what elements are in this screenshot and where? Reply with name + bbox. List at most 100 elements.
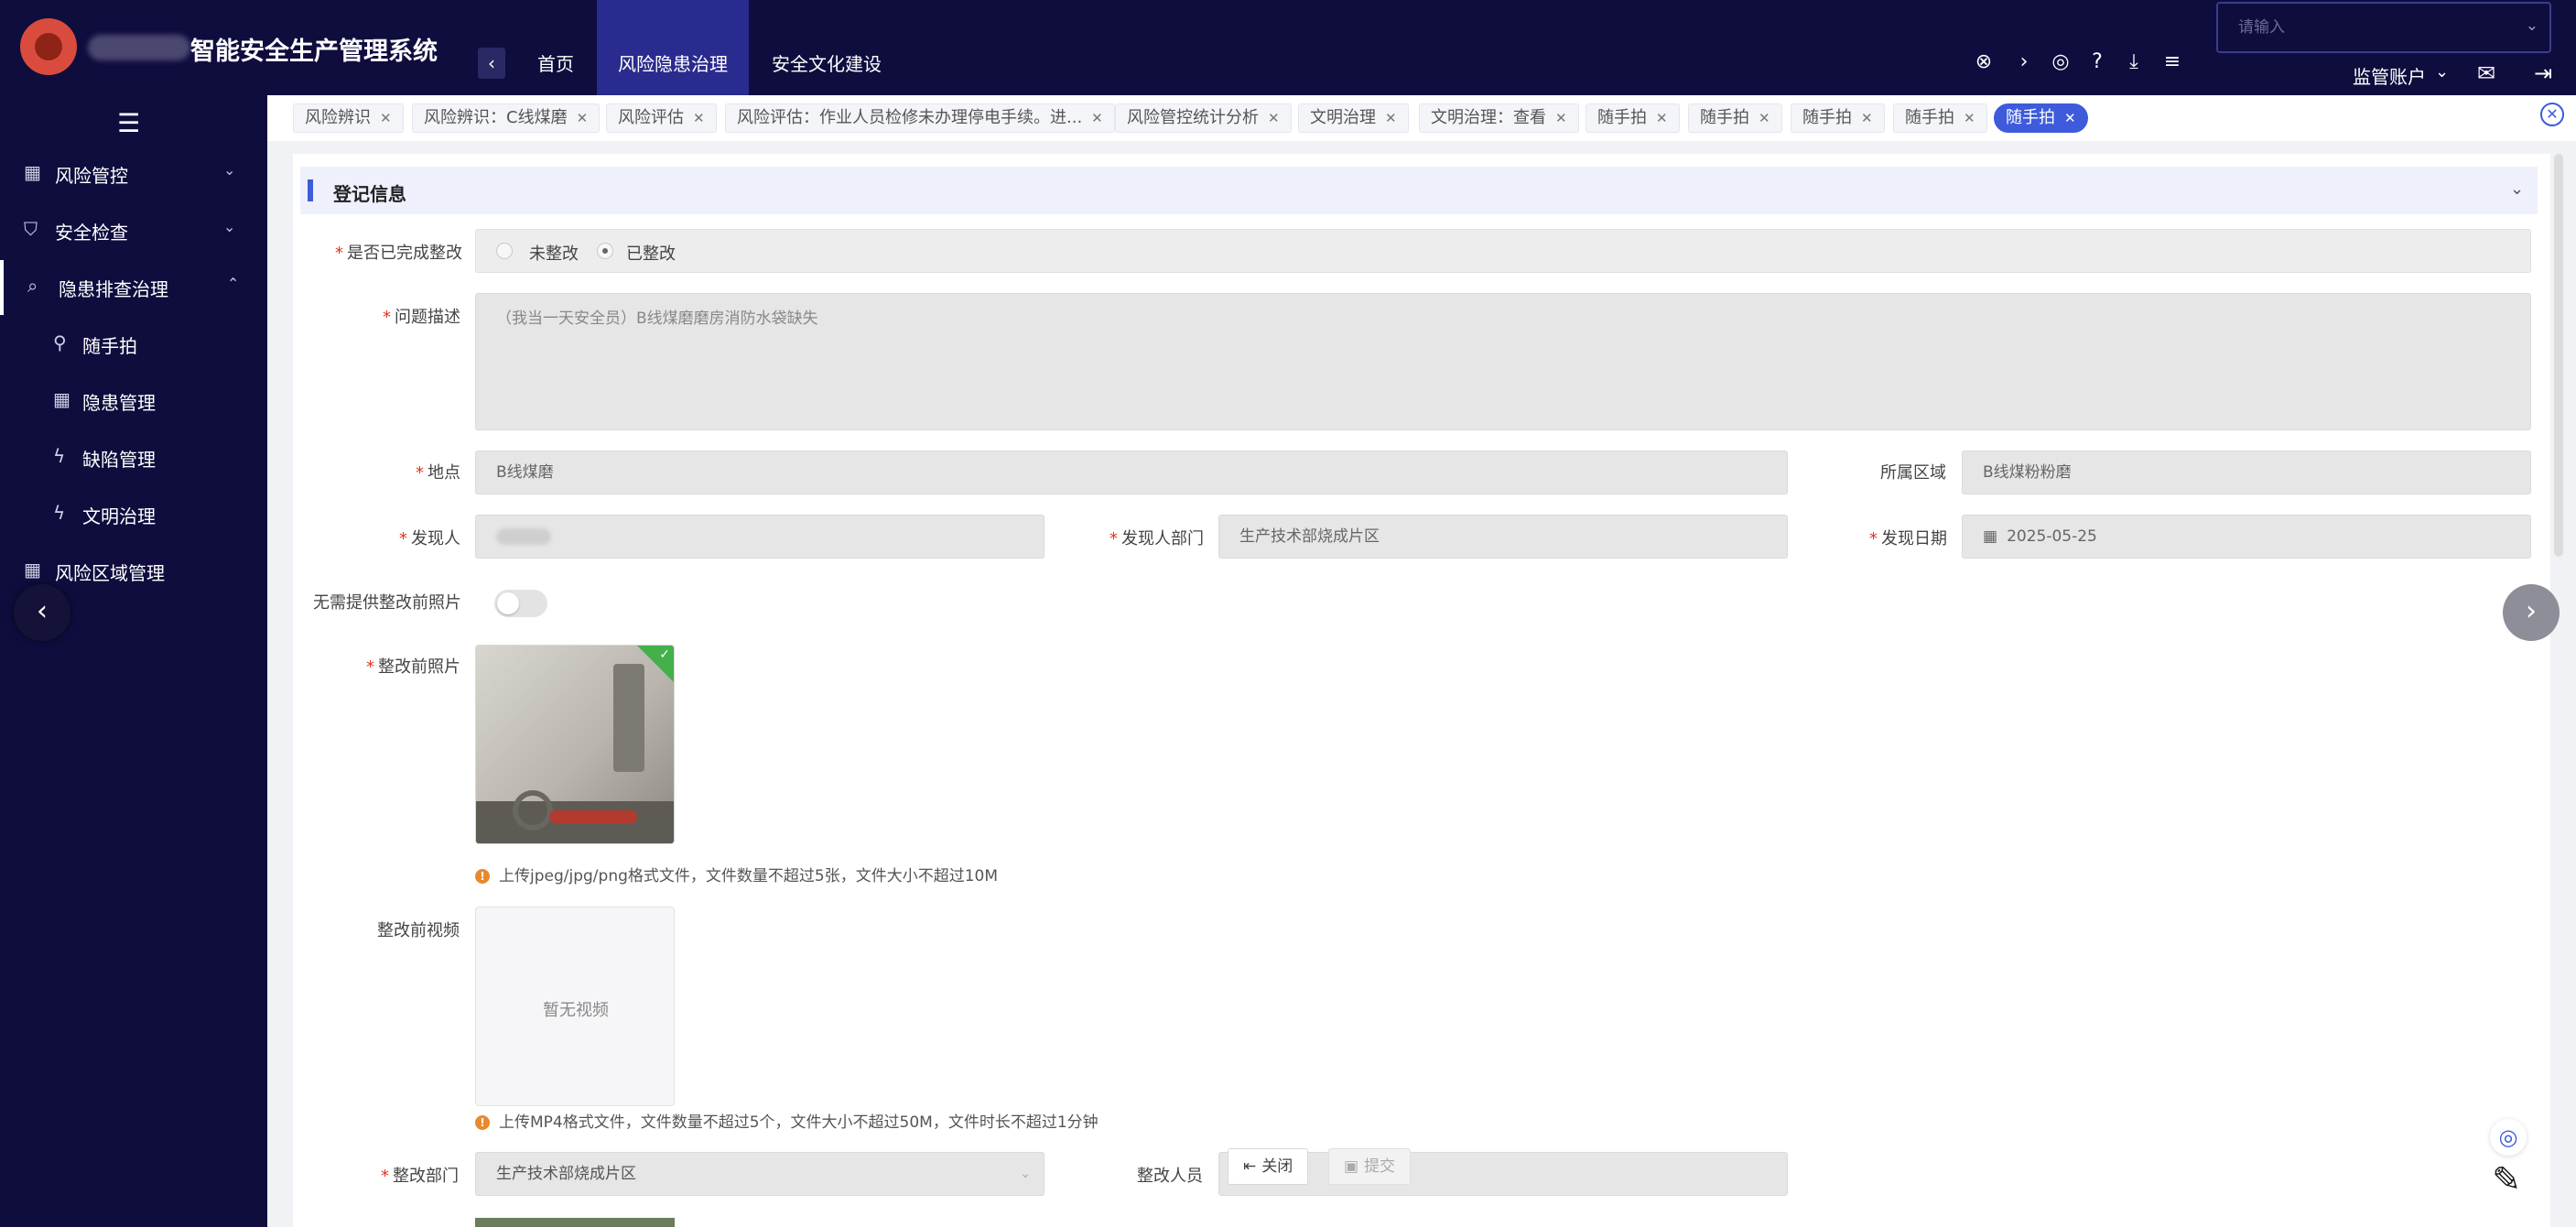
close-icon[interactable]: ✕: [2064, 110, 2076, 126]
close-icon[interactable]: ✕: [380, 110, 392, 126]
radio-not-rectified[interactable]: [496, 243, 513, 259]
rectified-radio-group: 未整改 已整改: [475, 229, 2531, 273]
close-icon: ⇤: [1243, 1157, 1257, 1176]
tag-item[interactable]: 文明治理：查看 ✕: [1419, 103, 1579, 133]
sidebar-item-risk-control[interactable]: ▦ 风险管控 ⌄: [0, 147, 267, 201]
sidebar-item-hazard[interactable]: ⌕ 隐患排查治理 ⌃: [0, 260, 267, 315]
sidebar-subitem-snapshot[interactable]: ⚲ 随手拍: [0, 317, 267, 372]
sidebar-subitem-hazard-mgmt[interactable]: ▦ 隐患管理: [0, 374, 267, 429]
nav-tab-culture[interactable]: 安全文化建设: [758, 0, 895, 95]
headset-icon[interactable]: ◎: [2047, 49, 2074, 76]
tag-item[interactable]: 随手拍 ✕: [1893, 103, 1987, 133]
close-icon[interactable]: ✕: [1861, 110, 1873, 126]
bolt-icon: ϟ: [53, 445, 66, 467]
rectify-person-label: 整改人员: [1137, 1167, 1203, 1186]
chevron-down-icon[interactable]: ⌄: [2510, 179, 2524, 199]
chevron-down-icon: ⌄: [223, 218, 236, 235]
assistant-icon[interactable]: ◎: [2490, 1119, 2527, 1156]
tag-item[interactable]: 风险辨识 ✕: [293, 103, 404, 133]
scroll-right-button[interactable]: ›: [2503, 584, 2560, 641]
discover-date-field[interactable]: ▦ 2025-05-25: [1962, 515, 2531, 559]
nav-tab-home[interactable]: 首页: [520, 0, 591, 95]
calendar-icon: ▦: [1983, 527, 1998, 546]
tag-item[interactable]: 风险管控统计分析 ✕: [1115, 103, 1292, 133]
photo-thumbnail[interactable]: ✓: [475, 645, 675, 844]
tag-item[interactable]: 风险评估：作业人员检修未办理停电手续。进... ✕: [725, 103, 1115, 133]
app-title: 智能安全生产管理系统: [190, 38, 438, 66]
info-icon: !: [475, 869, 490, 884]
radio-label-rectified: 已整改: [626, 244, 676, 264]
chevron-down-icon[interactable]: ⌄: [2435, 62, 2449, 81]
tag-item[interactable]: 随手拍 ✕: [1791, 103, 1885, 133]
tag-item[interactable]: 风险评估 ✕: [606, 103, 717, 133]
section-accent-bar: [308, 179, 313, 201]
tag-item[interactable]: 随手拍 ✕: [1586, 103, 1680, 133]
sidebar-item-safety-check[interactable]: ⛉ 安全检查 ⌄: [0, 203, 267, 258]
search-box[interactable]: ⌄: [2216, 2, 2551, 53]
user-menu[interactable]: 监管账户: [2353, 62, 2426, 89]
description-textarea[interactable]: （我当一天安全员）B线煤磨磨房消防水袋缺失: [475, 293, 2531, 430]
brand-name-blurred: [88, 35, 190, 60]
check-icon: ✓: [659, 647, 670, 662]
tag-item[interactable]: 随手拍 ✕: [1688, 103, 1782, 133]
sidebar: ☰ ▦ 风险管控 ⌄ ⛉ 安全检查 ⌄ ⌕ 隐患排查治理 ⌃ ⚲ 随手拍 ▦ 隐…: [0, 95, 267, 1227]
close-icon[interactable]: ✕: [1091, 110, 1103, 126]
chevron-up-icon: ⌃: [227, 275, 240, 292]
dashboard-icon: ▦: [24, 161, 41, 183]
close-icon[interactable]: ✕: [1385, 110, 1397, 126]
scroll-left-button[interactable]: ‹: [14, 584, 70, 641]
discoverer-field[interactable]: [475, 515, 1044, 559]
no-photo-toggle[interactable]: [494, 590, 547, 617]
close-icon[interactable]: ✕: [1555, 110, 1567, 126]
close-all-tags-icon[interactable]: ✕: [2540, 103, 2564, 126]
close-icon[interactable]: ✕: [1964, 110, 1975, 126]
tag-item-active[interactable]: 随手拍 ✕: [1994, 103, 2088, 133]
help-icon[interactable]: ?: [2084, 49, 2111, 76]
person-icon: ⚲: [53, 331, 67, 353]
mail-icon[interactable]: ✉: [2472, 59, 2501, 88]
radio-label-not-rectified: 未整改: [529, 244, 579, 264]
tag-item[interactable]: 文明治理 ✕: [1298, 103, 1409, 133]
dashboard-icon: ▦: [53, 388, 70, 410]
close-icon[interactable]: ✕: [577, 110, 589, 126]
close-icon[interactable]: ✕: [693, 110, 705, 126]
chevron-right-icon[interactable]: ›: [2010, 49, 2038, 76]
bolt-icon: ϟ: [53, 502, 66, 524]
photo-before-label: * 整改前照片: [366, 657, 460, 677]
video-before-label: 整改前视频: [377, 921, 460, 940]
chevron-down-icon: ⌄: [2525, 16, 2538, 35]
location-field[interactable]: B线煤磨: [475, 451, 1788, 494]
close-icon[interactable]: ✕: [1268, 110, 1280, 126]
close-circle-icon[interactable]: ⊗: [1970, 49, 1997, 76]
edit-icon[interactable]: ✎: [2484, 1157, 2528, 1201]
area-field[interactable]: B线煤粉粉磨: [1962, 451, 2531, 494]
download-icon[interactable]: ⤓: [2120, 49, 2148, 76]
no-photo-label: 无需提供整改前照片: [313, 593, 461, 613]
dashboard-icon: ▦: [24, 559, 41, 581]
logout-icon[interactable]: ⇥: [2528, 59, 2558, 88]
sidebar-subitem-defect-mgmt[interactable]: ϟ 缺陷管理: [0, 430, 267, 485]
logo: [20, 18, 77, 75]
sidebar-subitem-civil-governance[interactable]: ϟ 文明治理: [0, 487, 267, 542]
submit-button[interactable]: ▣ 提交: [1328, 1148, 1412, 1185]
rectify-dept-select[interactable]: 生产技术部烧成片区 ⌄: [475, 1152, 1044, 1196]
settings-icon[interactable]: ≡: [2159, 49, 2186, 76]
discoverer-dept-field[interactable]: 生产技术部烧成片区: [1218, 515, 1788, 559]
scrollbar[interactable]: [2554, 154, 2563, 557]
area-label: 所属区域: [1880, 463, 1946, 483]
nav-prev-button[interactable]: ‹: [478, 48, 505, 79]
close-button[interactable]: ⇤ 关闭: [1228, 1148, 1309, 1185]
menu-collapse-icon[interactable]: ☰: [117, 108, 140, 138]
location-label: * 地点: [416, 463, 460, 483]
search-input[interactable]: [2218, 4, 2549, 51]
photo-hint: ! 上传jpeg/jpg/png格式文件，文件数量不超过5张，文件大小不超过10M: [475, 863, 998, 885]
close-icon[interactable]: ✕: [1656, 110, 1668, 126]
section-header[interactable]: [300, 167, 2538, 214]
info-icon: !: [475, 1115, 490, 1130]
discover-date-label: * 发现日期: [1869, 529, 1947, 548]
tag-item[interactable]: 风险辨识：C线煤磨 ✕: [412, 103, 601, 133]
nav-tab-risk[interactable]: 风险隐患治理: [597, 0, 749, 95]
radio-rectified[interactable]: [597, 243, 613, 259]
close-icon[interactable]: ✕: [1759, 110, 1770, 126]
rectify-dept-label: * 整改部门: [381, 1167, 459, 1186]
